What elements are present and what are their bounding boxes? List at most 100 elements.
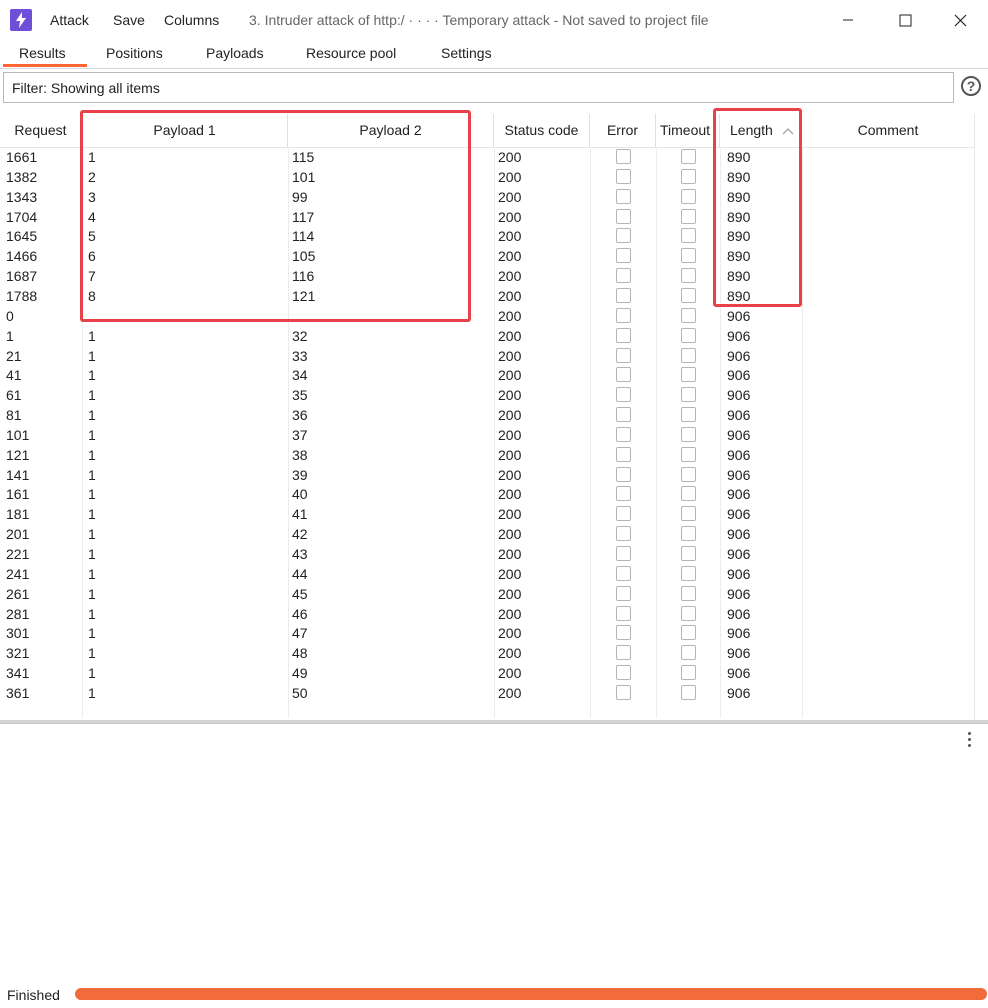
tab-positions[interactable]: Positions xyxy=(106,45,163,61)
timeout-checkbox[interactable] xyxy=(681,367,696,383)
table-row[interactable]: 301 1 47 200 906 xyxy=(0,623,974,643)
error-checkbox[interactable] xyxy=(616,367,631,383)
pane-splitter[interactable] xyxy=(0,720,988,724)
table-row[interactable]: 261 1 45 200 906 xyxy=(0,584,974,604)
filter-bar[interactable]: Filter: Showing all items xyxy=(3,72,954,103)
timeout-checkbox[interactable] xyxy=(681,466,696,482)
kebab-menu-icon[interactable] xyxy=(968,732,972,750)
minimize-icon[interactable] xyxy=(826,6,870,34)
timeout-checkbox[interactable] xyxy=(681,625,696,641)
timeout-checkbox[interactable] xyxy=(681,248,696,264)
col-status-code[interactable]: Status code xyxy=(494,114,590,147)
error-checkbox[interactable] xyxy=(616,268,631,284)
error-checkbox[interactable] xyxy=(616,208,631,224)
error-checkbox[interactable] xyxy=(616,287,631,303)
timeout-checkbox[interactable] xyxy=(681,407,696,423)
error-checkbox[interactable] xyxy=(616,347,631,363)
table-row[interactable]: 321 1 48 200 906 xyxy=(0,643,974,663)
error-checkbox[interactable] xyxy=(616,526,631,542)
error-checkbox[interactable] xyxy=(616,426,631,442)
error-checkbox[interactable] xyxy=(616,168,631,184)
tab-results[interactable]: Results xyxy=(19,45,66,61)
error-checkbox[interactable] xyxy=(616,327,631,343)
error-checkbox[interactable] xyxy=(616,188,631,204)
error-checkbox[interactable] xyxy=(616,446,631,462)
error-checkbox[interactable] xyxy=(616,466,631,482)
tab-payloads[interactable]: Payloads xyxy=(206,45,264,61)
timeout-checkbox[interactable] xyxy=(681,188,696,204)
tab-resource-pool[interactable]: Resource pool xyxy=(306,45,396,61)
table-row[interactable]: 61 1 35 200 906 xyxy=(0,385,974,405)
error-checkbox[interactable] xyxy=(616,585,631,601)
cell-status-code: 200 xyxy=(498,208,522,225)
cell-payload-2: 46 xyxy=(292,605,308,622)
error-checkbox[interactable] xyxy=(616,486,631,502)
error-checkbox[interactable] xyxy=(616,625,631,641)
table-row[interactable]: 21 1 33 200 906 xyxy=(0,346,974,366)
error-checkbox[interactable] xyxy=(616,407,631,423)
help-icon[interactable]: ? xyxy=(961,76,981,96)
col-error[interactable]: Error xyxy=(590,114,656,147)
timeout-checkbox[interactable] xyxy=(681,506,696,522)
table-row[interactable]: 141 1 39 200 906 xyxy=(0,465,974,485)
error-checkbox[interactable] xyxy=(616,684,631,700)
timeout-checkbox[interactable] xyxy=(681,268,696,284)
table-row[interactable]: 41 1 34 200 906 xyxy=(0,365,974,385)
timeout-checkbox[interactable] xyxy=(681,208,696,224)
timeout-checkbox[interactable] xyxy=(681,684,696,700)
error-checkbox[interactable] xyxy=(616,149,631,164)
table-row[interactable]: 101 1 37 200 906 xyxy=(0,425,974,445)
error-checkbox[interactable] xyxy=(616,665,631,681)
timeout-checkbox[interactable] xyxy=(681,645,696,661)
table-row[interactable]: 161 1 40 200 906 xyxy=(0,484,974,504)
table-row[interactable]: 221 1 43 200 906 xyxy=(0,544,974,564)
error-checkbox[interactable] xyxy=(616,307,631,323)
menu-columns[interactable]: Columns xyxy=(164,12,219,28)
vertical-scrollbar-track[interactable] xyxy=(974,114,988,720)
close-icon[interactable] xyxy=(938,6,982,34)
timeout-checkbox[interactable] xyxy=(681,307,696,323)
error-checkbox[interactable] xyxy=(616,645,631,661)
col-timeout[interactable]: Timeout xyxy=(656,114,720,147)
table-row[interactable]: 341 1 49 200 906 xyxy=(0,663,974,683)
timeout-checkbox[interactable] xyxy=(681,149,696,164)
menu-save[interactable]: Save xyxy=(113,12,145,28)
error-checkbox[interactable] xyxy=(616,565,631,581)
table-row[interactable]: 1 1 32 200 906 xyxy=(0,326,974,346)
timeout-checkbox[interactable] xyxy=(681,228,696,244)
error-checkbox[interactable] xyxy=(616,506,631,522)
error-checkbox[interactable] xyxy=(616,387,631,403)
timeout-checkbox[interactable] xyxy=(681,585,696,601)
error-checkbox[interactable] xyxy=(616,248,631,264)
timeout-checkbox[interactable] xyxy=(681,665,696,681)
cell-length: 906 xyxy=(727,565,751,582)
table-row[interactable]: 201 1 42 200 906 xyxy=(0,524,974,544)
timeout-checkbox[interactable] xyxy=(681,426,696,442)
timeout-checkbox[interactable] xyxy=(681,446,696,462)
timeout-checkbox[interactable] xyxy=(681,546,696,561)
col-comment[interactable]: Comment xyxy=(802,114,974,147)
col-request[interactable]: Request xyxy=(0,114,82,147)
timeout-checkbox[interactable] xyxy=(681,387,696,403)
table-row[interactable]: 181 1 41 200 906 xyxy=(0,504,974,524)
maximize-icon[interactable] xyxy=(883,6,927,34)
timeout-checkbox[interactable] xyxy=(681,486,696,502)
timeout-checkbox[interactable] xyxy=(681,327,696,343)
table-row[interactable]: 281 1 46 200 906 xyxy=(0,604,974,624)
timeout-checkbox[interactable] xyxy=(681,526,696,542)
error-checkbox[interactable] xyxy=(616,228,631,244)
menu-attack[interactable]: Attack xyxy=(50,12,89,28)
error-checkbox[interactable] xyxy=(616,605,631,621)
error-checkbox[interactable] xyxy=(616,546,631,561)
tab-settings[interactable]: Settings xyxy=(441,45,492,61)
timeout-checkbox[interactable] xyxy=(681,605,696,621)
timeout-checkbox[interactable] xyxy=(681,347,696,363)
table-row[interactable]: 81 1 36 200 906 xyxy=(0,405,974,425)
cell-status-code: 200 xyxy=(498,526,522,543)
timeout-checkbox[interactable] xyxy=(681,168,696,184)
table-row[interactable]: 121 1 38 200 906 xyxy=(0,445,974,465)
timeout-checkbox[interactable] xyxy=(681,565,696,581)
table-row[interactable]: 241 1 44 200 906 xyxy=(0,564,974,584)
timeout-checkbox[interactable] xyxy=(681,287,696,303)
table-row[interactable]: 361 1 50 200 906 xyxy=(0,683,974,703)
